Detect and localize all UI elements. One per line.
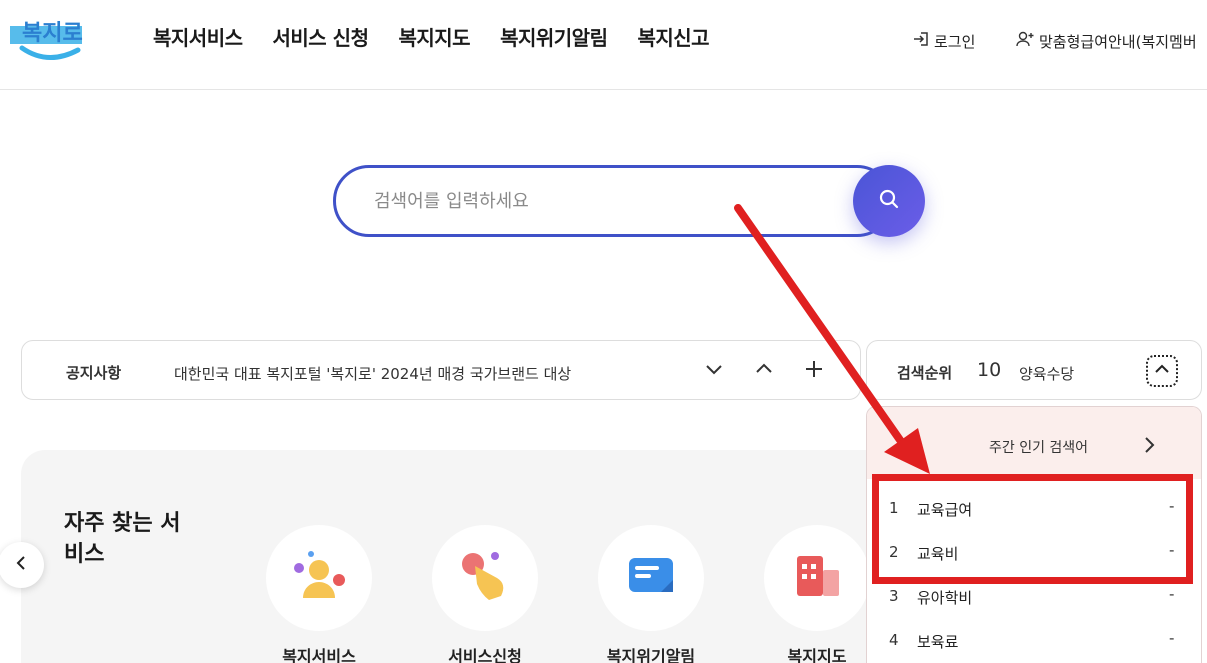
notice-bar: 공지사항 대한민국 대표 복지포털 '복지로' 2024년 매경 국가브랜드 대… [21,340,861,400]
keyword-word: 보육료 [917,633,959,651]
rank-toggle-button[interactable] [1146,355,1178,387]
service-circle [432,525,538,631]
service-circle [598,525,704,631]
notice-prev-button[interactable] [752,359,776,383]
service-apply[interactable]: 서비스신청 [415,525,555,663]
chevron-up-icon [754,359,774,383]
service-crisis-alert[interactable]: 복지위기알림 [581,525,721,663]
touch-icon [455,548,515,608]
rank-current-number: 10 [977,359,1002,381]
notice-next-button[interactable] [702,359,726,383]
service-label: 서비스신청 [448,647,522,663]
service-label: 복지서비스 [282,647,356,663]
notice-title: 공지사항 [66,364,122,382]
popular-keywords-title: 주간 인기 검색어 [989,440,1089,456]
site-header: 복지로 복지서비스 서비스 신청 복지지도 복지위기알림 복지신고 로그인 맞춤… [0,0,1207,90]
keyword-rank: 4 [889,631,899,649]
notice-text[interactable]: 대한민국 대표 복지포털 '복지로' 2024년 매경 국가브랜드 대상 [174,363,571,384]
member-link[interactable]: 맞춤형급여안내(복지멤버 [1015,30,1197,52]
keyword-word: 교육비 [917,545,959,563]
message-icon [621,548,681,608]
frequent-services: 자주 찾는 서비스 복지서비스 서비스신청 복지위기알림 복지지도 [21,450,921,663]
user-plus-icon [1015,30,1039,52]
logo[interactable]: 복지로 [8,10,88,62]
login-link[interactable]: 로그인 [912,30,975,52]
nav-crisis-alert[interactable]: 복지위기알림 [500,22,608,51]
keyword-rank: 2 [889,543,899,561]
nav-service-apply[interactable]: 서비스 신청 [273,22,369,51]
keyword-word: 유아학비 [917,589,973,607]
building-icon [787,548,847,608]
search-button[interactable] [853,165,925,237]
keyword-change: - [1169,497,1175,515]
keyword-rank: 3 [889,587,899,605]
login-icon [912,30,934,52]
keyword-word: 교육급여 [917,501,973,519]
services-prev-button[interactable] [0,542,44,588]
popular-keywords-header: 주간 인기 검색어 [867,407,1201,479]
chevron-left-icon [13,555,29,575]
keyword-rank: 1 [889,499,899,517]
nav-welfare-service[interactable]: 복지서비스 [153,22,243,51]
member-label: 맞춤형급여안내(복지멤버 [1039,32,1197,51]
service-circle [764,525,870,631]
keyword-change: - [1169,585,1175,603]
keyword-change: - [1169,629,1175,647]
keyword-item[interactable]: 3 유아학비 - [867,581,1201,611]
chevron-up-icon [1153,360,1171,382]
svg-text:복지로: 복지로 [22,21,83,46]
keyword-item[interactable]: 2 교육비 - [867,537,1201,567]
search-rank-box: 검색순위 10 양육수당 [866,340,1202,400]
search-input[interactable] [333,165,893,237]
rank-current-word[interactable]: 양육수당 [1019,363,1074,384]
notice-more-button[interactable] [802,359,826,383]
service-label: 복지위기알림 [606,647,696,663]
search-bar [333,165,925,237]
chevron-down-icon [704,359,724,383]
nav-welfare-map[interactable]: 복지지도 [398,22,470,51]
nav-report[interactable]: 복지신고 [637,22,709,51]
login-label: 로그인 [934,32,976,51]
plus-icon [804,359,824,383]
chevron-right-icon[interactable] [1143,435,1157,459]
keyword-item[interactable]: 4 보육료 - [867,625,1201,655]
rank-title: 검색순위 [897,364,953,382]
popular-keywords-panel: 주간 인기 검색어 1 교육급여 - 2 교육비 - 3 유아학비 - 4 보육… [866,406,1202,663]
search-icon [877,187,901,215]
main-nav: 복지서비스 서비스 신청 복지지도 복지위기알림 복지신고 [153,22,739,51]
keyword-change: - [1169,541,1175,559]
service-circle [266,525,372,631]
services-title: 자주 찾는 서비스 [64,511,181,567]
person-icon [289,548,349,608]
service-welfare[interactable]: 복지서비스 [249,525,389,663]
keyword-item[interactable]: 1 교육급여 - [867,493,1201,523]
